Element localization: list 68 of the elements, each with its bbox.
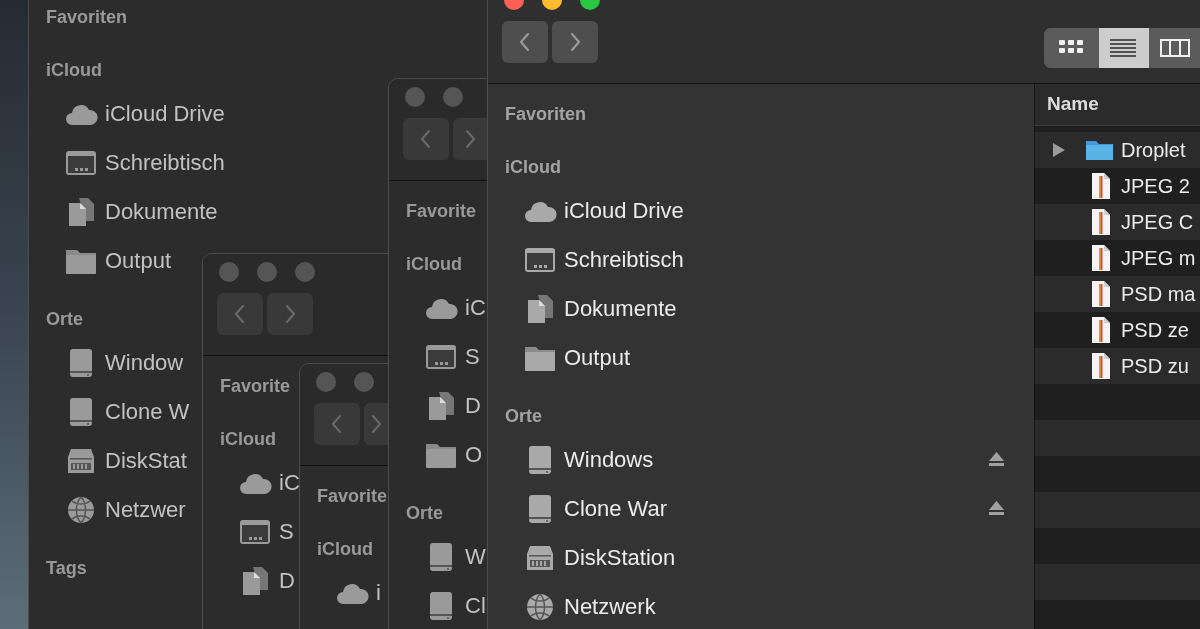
document-icon [1091,172,1111,200]
sidebar-item[interactable]: i [335,572,381,613]
sidebar-item[interactable]: Windows [523,439,654,480]
sidebar-section-header: Favorite [317,484,388,508]
sidebar-section-header: Orte [406,501,443,525]
sidebar-item[interactable]: iC [238,462,300,503]
sidebar-item[interactable]: Netzwer [64,489,186,530]
forward-button[interactable] [552,21,598,63]
eject-icon[interactable] [988,500,1005,516]
document-icon [1091,208,1111,236]
sidebar-item[interactable]: Cl [424,585,486,626]
sidebar-section-header: Favoriten [505,102,587,126]
sidebar-item[interactable]: Dokumente [64,191,218,232]
sidebar-section-header: Favorite [406,199,477,223]
sidebar-item[interactable]: S [238,511,294,552]
sidebar-item[interactable]: Output [64,240,172,281]
sidebar-item[interactable]: Clone War [523,488,668,529]
sidebar-item[interactable]: S [424,336,480,377]
back-button[interactable] [314,403,360,445]
forward-button[interactable] [453,118,487,160]
back-button[interactable] [403,118,449,160]
sidebar-item[interactable]: O [424,434,483,475]
sidebar-item[interactable]: DiskStation [523,537,676,578]
sidebar-section-header: iCloud [220,427,276,451]
sidebar-section-header: Orte [505,404,542,428]
sidebar-section-header: Tags [46,556,87,580]
sidebar-item[interactable]: Clone W [64,391,190,432]
window-close-button[interactable] [405,87,425,107]
eject-icon[interactable] [988,451,1005,467]
sidebar-item[interactable]: iCloud Drive [64,93,225,134]
file-row[interactable]: JPEG C [1035,204,1200,240]
sidebar-item[interactable]: DiskStat [64,440,187,481]
file-row[interactable]: PSD zu [1035,348,1200,384]
columns-icon [1160,37,1190,59]
back-button[interactable] [217,293,263,335]
sidebar-section-header: iCloud [46,58,102,82]
sidebar-item[interactable]: Window [64,342,184,383]
view-mode-tab[interactable] [1099,28,1149,68]
sidebar-item[interactable]: D [424,385,481,426]
disclosure-triangle-icon[interactable] [1052,142,1066,158]
sidebar-section-header: iCloud [406,252,462,276]
sidebar-section-header: iCloud [505,155,561,179]
sidebar-item[interactable]: W [424,536,486,577]
sidebar-item[interactable]: Schreibtisch [64,142,225,183]
list-icon [1109,37,1139,59]
folder-icon [1085,139,1114,161]
back-button[interactable] [502,21,548,63]
sidebar-item[interactable]: iCloud Drive [523,190,684,231]
sidebar-section-header: Favoriten [46,5,128,29]
document-icon [1091,280,1111,308]
forward-button[interactable] [364,403,388,445]
sidebar-section-header: Favorite [220,374,291,398]
window-close-button[interactable] [219,262,239,282]
sidebar-item[interactable]: Dokumente [523,288,677,329]
document-icon [1091,316,1111,344]
forward-button[interactable] [267,293,313,335]
document-icon [1091,244,1111,272]
sidebar-item[interactable]: D [238,560,295,601]
sidebar-item[interactable]: iC [424,287,486,328]
sidebar-section-header: iCloud [317,537,373,561]
file-row[interactable]: Droplet [1035,132,1200,168]
sidebar-item[interactable]: Schreibtisch [523,239,684,280]
file-row[interactable]: PSD ma [1035,276,1200,312]
sidebar-section-header: Orte [46,307,83,331]
sidebar-item[interactable]: Netzwerk [523,586,656,627]
sidebar-item[interactable]: Output [523,337,631,378]
document-icon [1091,352,1111,380]
window-close-button[interactable] [316,372,336,392]
